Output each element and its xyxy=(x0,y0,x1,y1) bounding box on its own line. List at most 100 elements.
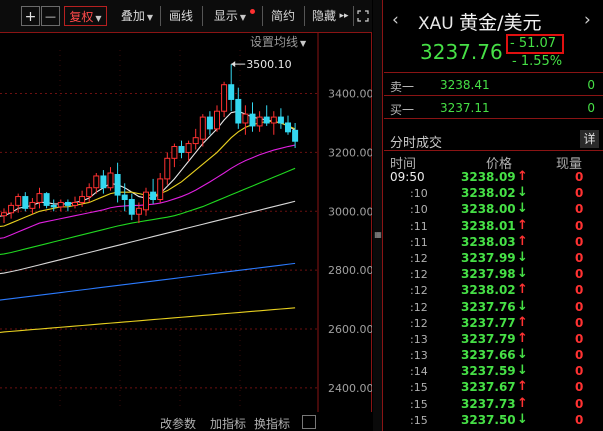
trade-price: 3237.99 xyxy=(461,250,516,265)
trade-time: :15 xyxy=(410,413,428,427)
panel-splitter[interactable]: ▦ xyxy=(373,0,383,431)
candle-body xyxy=(8,204,15,214)
ma-line xyxy=(0,307,296,334)
more-arrows-icon[interactable]: ▸▸ xyxy=(337,6,351,26)
candle-body xyxy=(256,116,263,127)
next-symbol-icon[interactable]: › xyxy=(584,10,591,30)
trade-time: :11 xyxy=(410,235,428,249)
chart-toolbar: + — 复权 ▼ 叠加 ▼ 画线 显示 ▼ 简约 隐藏 ▸▸ xyxy=(0,0,372,33)
chart-bottom-bar: 改参数 加指标 换指标 xyxy=(0,412,372,431)
candle-body xyxy=(72,201,78,206)
trade-row: :12 3238.02 ↑ 0 xyxy=(384,282,603,299)
candle-body xyxy=(143,191,149,211)
candle-body xyxy=(206,116,213,130)
kline-chart[interactable]: 3400.00 3200.00 3000.00 2800.00 2600.00 2400.… xyxy=(0,0,372,431)
trade-price: 3238.02 xyxy=(461,186,516,201)
ma-line xyxy=(0,262,296,301)
candle-body xyxy=(185,143,192,153)
y-tick-label: 3400.00 xyxy=(328,88,372,101)
candle-body xyxy=(135,207,142,215)
kline-chart-area[interactable]: 3400.00 3200.00 3000.00 2800.00 2600.00 2400.… xyxy=(0,0,372,431)
caret-down-icon: ▼ xyxy=(95,14,102,23)
huaxian-button[interactable]: 画线 xyxy=(165,6,197,26)
trade-time: :12 xyxy=(410,300,428,314)
candle-body xyxy=(150,191,157,201)
splitter-grip-icon[interactable]: ▦ xyxy=(374,230,382,240)
trades-title: 分时成交 xyxy=(390,136,443,151)
add-indicator-button[interactable]: 加指标 xyxy=(210,415,246,431)
candle-body xyxy=(171,146,178,159)
caret-down-icon: ▼ xyxy=(300,39,307,48)
fullscreen-icon[interactable] xyxy=(355,6,371,26)
trades-list[interactable]: 09:50 3238.09 ↑ 0:10 3238.02 ↓ 0:10 3238.00 ↓ 0:1… xyxy=(384,169,603,429)
price-change-pct: - 1.55% xyxy=(512,54,563,69)
change-params-button[interactable]: 改参数 xyxy=(160,415,196,431)
trade-volume: 0 xyxy=(575,186,584,201)
xianshi-label: 显示 xyxy=(213,9,238,23)
candle-body xyxy=(235,98,242,124)
candle-body xyxy=(199,116,206,140)
trade-volume: 0 xyxy=(575,364,584,379)
trade-row: :12 3237.76 ↓ 0 xyxy=(384,299,603,316)
trade-volume: 0 xyxy=(575,170,584,184)
trade-volume: 0 xyxy=(575,299,584,314)
toolbar-divider xyxy=(262,6,263,26)
trade-time: 09:50 xyxy=(390,170,425,184)
switch-indicator-button[interactable]: 换指标 xyxy=(254,415,290,431)
candle-body xyxy=(270,116,277,124)
trade-volume: 0 xyxy=(575,202,584,217)
trade-time: :12 xyxy=(410,284,428,298)
candle-body xyxy=(64,201,71,206)
ma-settings-button[interactable]: 设置均线 ▼ xyxy=(250,33,306,50)
diejia-dropdown[interactable]: 叠加 ▼ xyxy=(115,6,159,26)
zoom-out-button[interactable]: — xyxy=(41,6,60,26)
candle-body xyxy=(57,201,64,208)
candle-body xyxy=(22,196,29,209)
zoom-in-button[interactable]: + xyxy=(21,6,40,26)
candle-body xyxy=(214,110,220,130)
trade-volume: 0 xyxy=(575,396,584,411)
arrow-down-icon: ↓ xyxy=(517,249,528,265)
trade-price: 3237.66 xyxy=(461,348,516,363)
candle-body xyxy=(43,193,50,206)
trade-time: :14 xyxy=(410,365,428,379)
yincang-button[interactable]: 隐藏 xyxy=(310,6,338,26)
xianshi-dropdown[interactable]: 显示 ▼ xyxy=(208,6,252,26)
trade-price: 3237.50 xyxy=(461,412,516,427)
candle-body xyxy=(285,122,291,133)
trade-volume: 0 xyxy=(575,250,584,265)
notification-dot-icon xyxy=(250,9,255,14)
candle-body xyxy=(192,137,199,145)
trade-price: 3237.98 xyxy=(461,267,516,282)
trade-row: 09:50 3238.09 ↑ 0 xyxy=(384,169,603,186)
candle-body xyxy=(249,113,256,127)
trade-volume: 0 xyxy=(575,412,584,427)
trade-price: 3237.59 xyxy=(461,364,516,379)
bid-volume: 0 xyxy=(587,101,595,115)
arrow-up-icon: ↑ xyxy=(517,282,528,298)
candle-body xyxy=(107,172,114,189)
prev-symbol-icon[interactable]: ‹ xyxy=(392,10,399,30)
toolbar-divider xyxy=(353,6,354,26)
detail-button[interactable]: 详 xyxy=(580,130,599,148)
bid-row: 买一 3237.11 0 xyxy=(384,97,603,119)
arrow-up-icon: ↑ xyxy=(517,379,528,395)
candle-body xyxy=(114,173,121,196)
trade-price: 3237.73 xyxy=(461,396,516,411)
candle-body xyxy=(79,196,86,203)
trade-price: 3238.09 xyxy=(461,170,516,184)
ask-volume: 0 xyxy=(587,78,595,92)
y-tick-label: 3200.00 xyxy=(328,146,372,159)
trade-volume: 0 xyxy=(575,234,584,249)
trades-column-header: 时间 价格 现量 xyxy=(384,152,603,172)
checkbox-icon[interactable] xyxy=(302,415,316,429)
arrow-left-icon xyxy=(231,61,236,68)
trade-row: :15 3237.73 ↑ 0 xyxy=(384,396,603,413)
toolbar-divider xyxy=(304,6,305,26)
y-tick-label: 2400.00 xyxy=(328,382,372,395)
fuquan-dropdown[interactable]: 复权 ▼ xyxy=(64,6,107,26)
candle-body xyxy=(277,116,284,124)
trade-row: :11 3238.03 ↑ 0 xyxy=(384,234,603,251)
symbol-title: XAU 黄金/美元 xyxy=(418,8,542,35)
jianyue-button[interactable]: 简约 xyxy=(267,6,299,26)
